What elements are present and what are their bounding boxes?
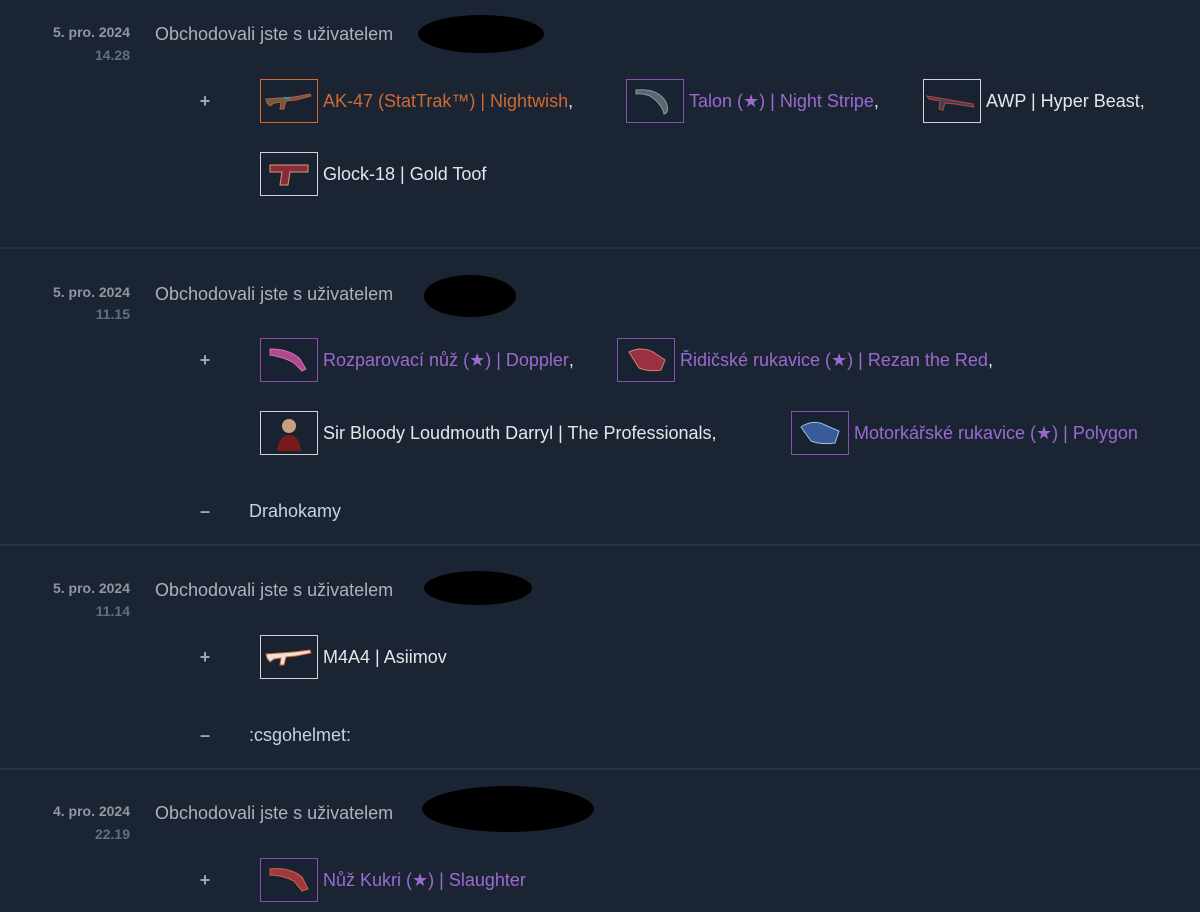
item-name: Rozparovací nůž (★) | Doppler (323, 350, 569, 370)
received-sign: + (199, 647, 211, 667)
trade-description: Obchodovali jste s uživatelem (155, 284, 394, 304)
trade-time: 11.15 (95, 306, 130, 322)
knife-icon (626, 79, 684, 123)
given-item-text: Drahokamy (249, 501, 342, 521)
given-item-text: :csgohelmet: (249, 725, 352, 745)
trade-date: 5. pro. 2024 (52, 580, 130, 596)
trade-item[interactable]: Glock-18 | Gold Toof (260, 152, 486, 196)
item-separator: , (873, 91, 879, 111)
trade-time: 14.28 (94, 47, 130, 63)
trade-item[interactable]: Nůž Kukri (★) | Slaughter (260, 858, 526, 902)
rifle-icon (260, 79, 318, 123)
item-separator: , (987, 350, 993, 370)
received-sign: + (199, 91, 211, 111)
trade-description: Obchodovali jste s uživatelem (155, 24, 394, 44)
item-name: AK-47 (StatTrak™) | Nightwish (323, 91, 569, 111)
received-sign: + (199, 350, 211, 370)
item-name: Sir Bloody Loudmouth Darryl | The Profes… (323, 423, 712, 443)
trade-item[interactable]: Motorkářské rukavice (★) | Polygon (791, 411, 1138, 455)
trade-separator (0, 768, 1200, 770)
item-name: Motorkářské rukavice (★) | Polygon (854, 423, 1138, 443)
redacted-username (422, 786, 594, 832)
trade-item[interactable]: M4A4 | Asiimov (260, 635, 447, 679)
item-separator: , (1139, 91, 1145, 111)
given-sign: – (199, 725, 210, 745)
trade-separator (0, 544, 1200, 546)
trade-item[interactable]: AWP | Hyper Beast, (923, 79, 1145, 123)
sniper-rifle-icon (923, 79, 981, 123)
trade-time: 11.14 (95, 603, 130, 619)
trade-description: Obchodovali jste s uživatelem (155, 803, 394, 823)
given-sign: – (199, 501, 210, 521)
redacted-username (424, 571, 532, 605)
item-separator: , (711, 423, 717, 443)
trade-separator (0, 247, 1200, 249)
redacted-username (418, 15, 544, 53)
item-name: Talon (★) | Night Stripe (689, 91, 874, 111)
pistol-icon (260, 152, 318, 196)
received-sign: + (199, 870, 211, 890)
trade-date: 5. pro. 2024 (52, 24, 130, 40)
trade-date: 5. pro. 2024 (52, 284, 130, 300)
trade-time: 22.19 (94, 826, 130, 842)
item-name: Řidičské rukavice (★) | Rezan the Red (680, 350, 988, 370)
item-name: Nůž Kukri (★) | Slaughter (323, 870, 526, 890)
knife-icon (260, 858, 318, 902)
trade-item[interactable]: AK-47 (StatTrak™) | Nightwish, (260, 79, 573, 123)
item-name: M4A4 | Asiimov (323, 647, 447, 667)
trade-description: Obchodovali jste s uživatelem (155, 580, 394, 600)
trade-item[interactable]: Sir Bloody Loudmouth Darryl | The Profes… (260, 411, 717, 455)
item-separator: , (568, 91, 574, 111)
rifle-icon (260, 635, 318, 679)
trade-date: 4. pro. 2024 (52, 803, 130, 819)
trade-item[interactable]: Rozparovací nůž (★) | Doppler, (260, 338, 574, 382)
gloves-icon (791, 411, 849, 455)
item-separator: , (568, 350, 574, 370)
redacted-username (424, 275, 516, 317)
gloves-icon (617, 338, 675, 382)
item-name: Glock-18 | Gold Toof (323, 164, 487, 184)
agent-icon (260, 411, 318, 455)
trade-item[interactable]: Řidičské rukavice (★) | Rezan the Red, (617, 338, 993, 382)
knife-icon (260, 338, 318, 382)
trade-item[interactable]: Talon (★) | Night Stripe, (626, 79, 879, 123)
item-name: AWP | Hyper Beast (986, 91, 1140, 111)
